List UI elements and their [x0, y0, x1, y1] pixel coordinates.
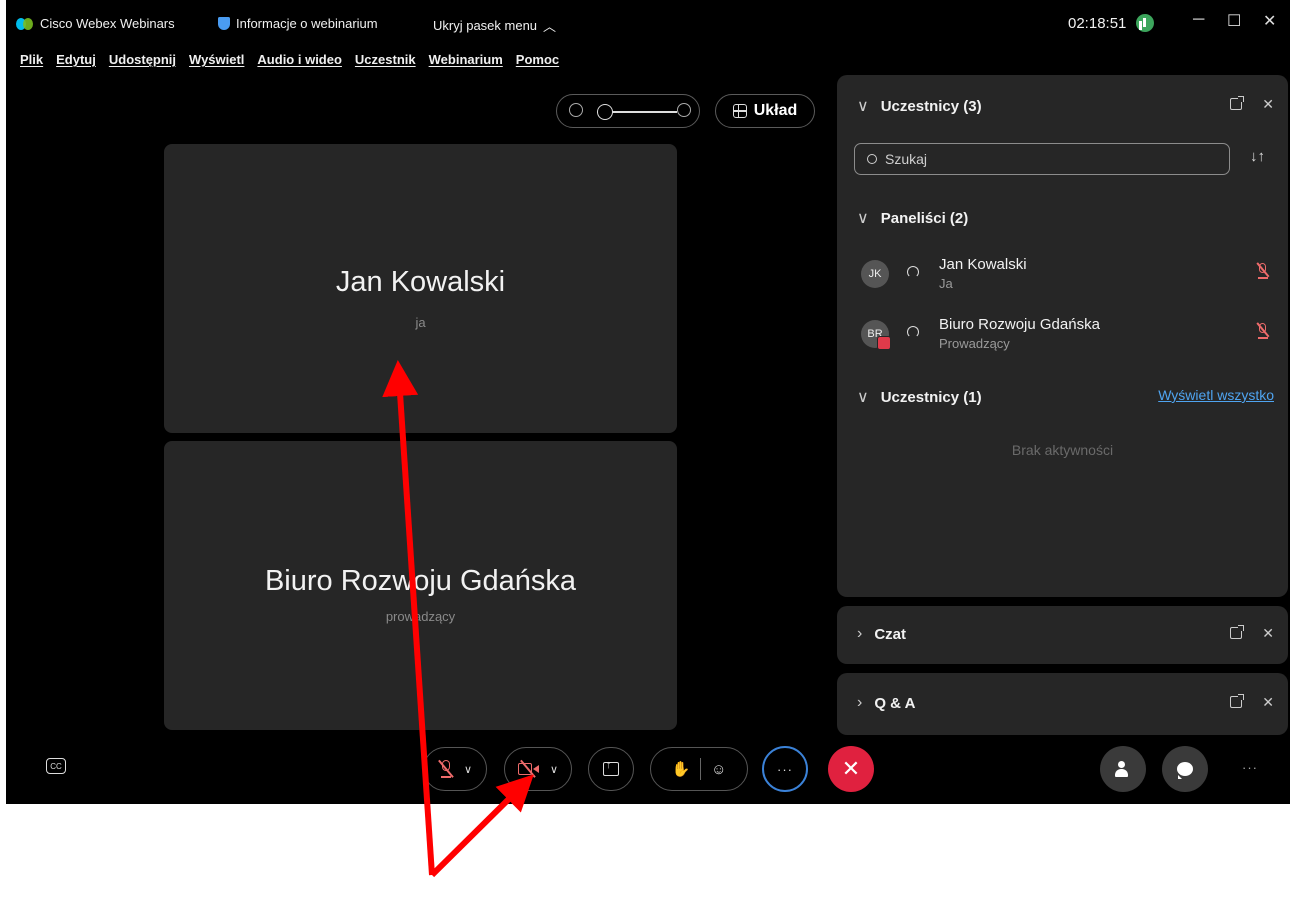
host-badge-icon: [877, 336, 891, 350]
menu-edit[interactable]: Edytuj: [56, 52, 96, 67]
zoom-control: [556, 94, 700, 128]
menu-participant[interactable]: Uczestnik: [355, 52, 416, 67]
close-window-icon[interactable]: ✕: [1263, 11, 1276, 31]
popout-icon[interactable]: [1230, 694, 1245, 708]
video-tile-self[interactable]: Jan Kowalski ja: [164, 144, 677, 433]
chevron-up-icon: ︿: [543, 19, 557, 34]
chat-button[interactable]: [1162, 746, 1208, 792]
webex-window: Cisco Webex Webinars Informacje o webina…: [6, 0, 1290, 804]
emoji-reaction-icon[interactable]: ☺: [711, 761, 726, 778]
chevron-down-icon: ∨: [857, 210, 869, 227]
menu-webinar[interactable]: Webinarium: [429, 52, 503, 67]
video-tile-host[interactable]: Biuro Rozwoju Gdańska prowadzący: [164, 441, 677, 730]
tile-role: ja: [415, 315, 426, 330]
participants-panel-header[interactable]: ∨ Uczestnicy (3): [857, 96, 982, 116]
attendees-section-header[interactable]: ∨ Uczestnicy (1): [857, 387, 982, 407]
participant-row[interactable]: JK Jan Kowalski Ja: [861, 256, 1271, 300]
captions-button[interactable]: CC: [46, 758, 66, 774]
shield-icon: [218, 17, 230, 30]
grid-icon: [732, 104, 747, 118]
avatar: BR: [861, 320, 891, 350]
avatar: JK: [861, 260, 889, 288]
chevron-down-icon: ∨: [857, 389, 869, 406]
mic-muted-icon[interactable]: [1255, 262, 1271, 280]
raise-hand-icon[interactable]: ✋: [671, 760, 690, 778]
zoom-out-icon[interactable]: [569, 103, 583, 117]
participants-icon: [1115, 761, 1131, 777]
zoom-slider-handle[interactable]: [597, 104, 613, 120]
webex-logo-icon: [16, 17, 34, 30]
participant-name: Jan Kowalski: [939, 256, 1027, 273]
chevron-down-icon[interactable]: ∨: [550, 763, 558, 776]
menu-help[interactable]: Pomoc: [516, 52, 559, 67]
share-screen-button[interactable]: [588, 747, 634, 791]
zoom-in-icon[interactable]: [677, 103, 691, 117]
chevron-down-icon: ∨: [857, 98, 869, 115]
share-icon: [603, 759, 619, 776]
mic-muted-icon[interactable]: [1255, 322, 1271, 340]
sort-icon[interactable]: ↓↑: [1250, 148, 1265, 165]
chat-panel: › Czat ✕: [837, 606, 1288, 664]
participants-panel: ∨ Uczestnicy (3) ✕ Szukaj ↓↑ ∨ Paneliści…: [837, 75, 1288, 597]
mic-muted-icon: [438, 759, 454, 779]
menu-share[interactable]: Udostępnij: [109, 52, 176, 67]
tile-name: Biuro Rozwoju Gdańska: [264, 565, 577, 597]
menu-bar: Plik Edytuj Udostępnij Wyświetl Audio i …: [20, 52, 559, 67]
minimize-icon[interactable]: ─: [1193, 11, 1204, 29]
mute-button[interactable]: ∨: [423, 747, 487, 791]
camera-off-icon: [517, 760, 540, 778]
close-icon: ✕: [841, 756, 861, 781]
chevron-right-icon: ›: [857, 625, 863, 642]
divider: [700, 758, 702, 780]
headset-icon: [907, 266, 919, 278]
menu-file[interactable]: Plik: [20, 52, 43, 67]
maximize-icon[interactable]: ☐: [1227, 11, 1241, 31]
popout-icon[interactable]: [1230, 625, 1245, 639]
chat-panel-header[interactable]: › Czat: [857, 625, 906, 643]
tile-name: Jan Kowalski: [335, 266, 506, 298]
connection-signal-icon[interactable]: [1136, 14, 1154, 32]
close-icon[interactable]: ✕: [1262, 96, 1274, 113]
show-all-link[interactable]: Wyświetl wszystko: [1158, 387, 1274, 403]
participant-role: Prowadzący: [939, 336, 1010, 351]
menu-view[interactable]: Wyświetl: [189, 52, 244, 67]
chevron-right-icon: ›: [857, 694, 863, 711]
more-options-button[interactable]: ···: [762, 746, 808, 792]
stop-video-button[interactable]: ∨: [504, 747, 572, 791]
participant-name: Biuro Rozwoju Gdańska: [939, 316, 1100, 333]
headset-icon: [907, 326, 919, 338]
search-icon: [867, 154, 877, 164]
close-icon[interactable]: ✕: [1262, 694, 1274, 711]
qa-panel-header[interactable]: › Q & A: [857, 694, 915, 712]
chat-icon: [1177, 762, 1193, 779]
hide-menu-button[interactable]: Ukryj pasek menu ︿: [433, 16, 556, 35]
participant-role: Ja: [939, 276, 953, 291]
chevron-down-icon[interactable]: ∨: [464, 763, 472, 776]
search-input[interactable]: Szukaj: [854, 143, 1230, 175]
close-icon[interactable]: ✕: [1262, 625, 1274, 642]
webinar-info-button[interactable]: Informacje o webinarium: [218, 16, 378, 31]
tile-role: prowadzący: [385, 609, 456, 624]
participant-row[interactable]: BR Biuro Rozwoju Gdańska Prowadzący: [861, 316, 1271, 360]
layout-button[interactable]: Układ: [715, 94, 815, 128]
participants-button[interactable]: [1100, 746, 1146, 792]
qa-panel: › Q & A ✕: [837, 673, 1288, 735]
search-placeholder: Szukaj: [885, 151, 928, 167]
app-title: Cisco Webex Webinars: [16, 16, 175, 31]
leave-button[interactable]: ✕: [828, 746, 874, 792]
menu-audio-video[interactable]: Audio i wideo: [257, 52, 342, 67]
more-icon[interactable]: ···: [1242, 760, 1258, 775]
meeting-timer: 02:18:51: [1068, 15, 1127, 32]
popout-icon[interactable]: [1230, 96, 1245, 110]
panelists-section-header[interactable]: ∨ Paneliści (2): [857, 208, 968, 228]
reactions-pill: ✋ ☺: [650, 747, 748, 791]
empty-state-text: Brak aktywności: [1011, 442, 1114, 458]
title-bar: Cisco Webex Webinars Informacje o webina…: [6, 0, 1290, 48]
